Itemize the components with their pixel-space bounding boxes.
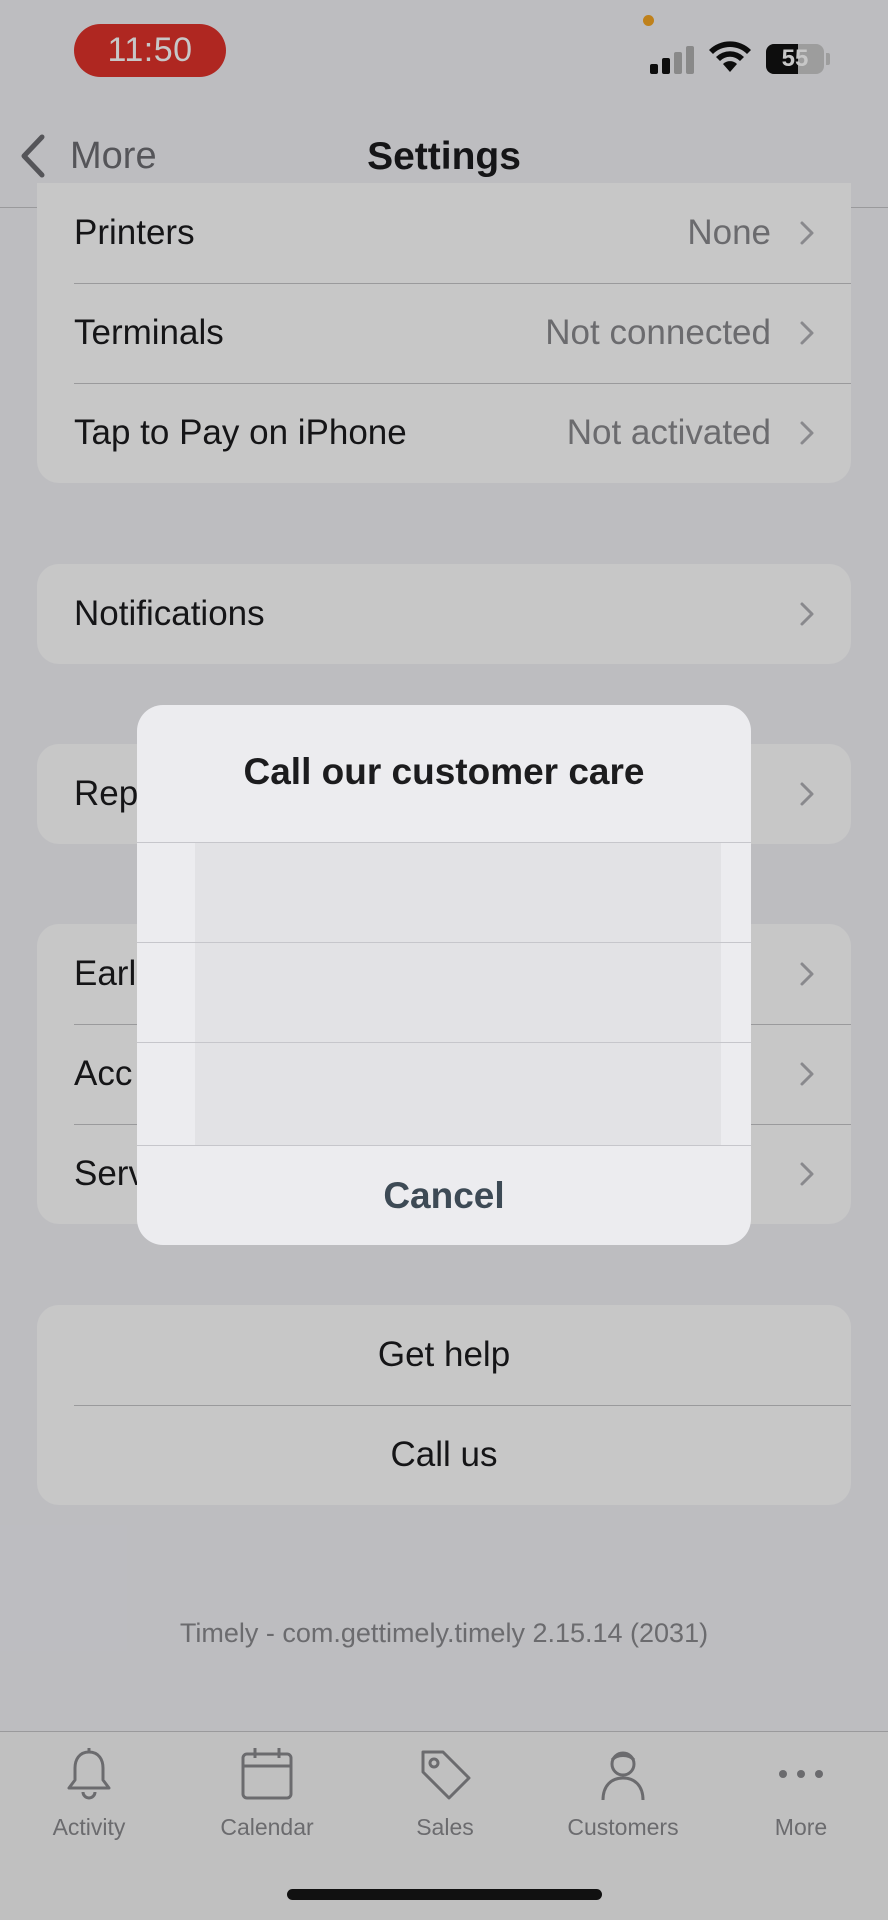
dialog-cancel-button[interactable]: Cancel — [137, 1145, 751, 1245]
dialog-option-content — [195, 1043, 721, 1145]
call-customer-care-dialog: Call our customer care Cancel — [137, 705, 751, 1245]
dialog-option-2[interactable] — [137, 942, 751, 1042]
dialog-option-content — [195, 943, 721, 1042]
dialog-option-content — [195, 843, 721, 942]
settings-screen: 11:50 55 More Settings Printers None Ter… — [0, 0, 888, 1920]
home-indicator[interactable] — [287, 1889, 602, 1900]
dialog-option-3[interactable] — [137, 1042, 751, 1145]
dialog-option-1[interactable] — [137, 842, 751, 942]
dialog-title: Call our customer care — [243, 751, 645, 792]
